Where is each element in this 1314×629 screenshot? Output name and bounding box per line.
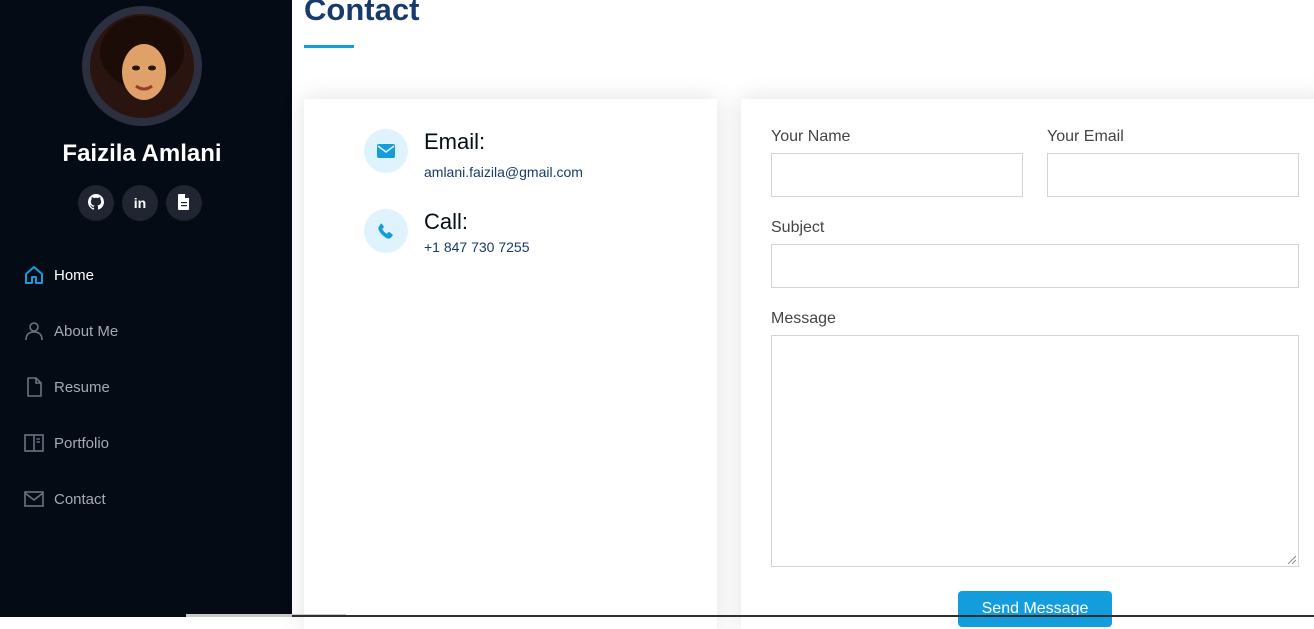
name-label: Your Name [771,128,851,145]
email-label: Your Email [1047,128,1124,145]
phone-icon [364,209,408,253]
subject-input[interactable] [771,244,1299,288]
linkedin-icon: in [133,195,147,211]
avatar [82,6,202,126]
nav-label-home: Home [54,266,95,284]
message-label: Message [771,310,836,327]
call-value[interactable]: +1 847 730 7255 [424,239,530,255]
call-title: Call: [424,209,469,234]
nav-label-portfolio: Portfolio [54,434,110,452]
email-value[interactable]: amlani.faizila@gmail.com [424,164,583,180]
email-input[interactable] [1047,153,1299,197]
linkedin-link[interactable]: in [122,185,158,221]
resize-handle-icon[interactable] [1286,554,1296,564]
contact-info-card: Email: amlani.faizila@gmail.com Call: +1… [304,99,717,629]
nav-item-portfolio[interactable]: Portfolio [22,428,109,458]
email-title: Email: [424,129,486,154]
document-icon [177,193,191,213]
nav-label-about: About Me [54,322,119,340]
page-title: Contact [304,0,420,27]
nav-item-home[interactable]: Home [22,260,94,290]
email-icon [364,129,408,173]
envelope-icon [22,487,46,511]
nav-label-resume: Resume [54,378,110,396]
home-icon [22,263,46,287]
message-textarea[interactable] [771,335,1299,567]
nav-item-resume[interactable]: Resume [22,372,110,402]
sidebar: Faizila Amlani in Home About Me Resume P… [0,0,292,617]
send-message-button[interactable]: Send Message [958,591,1112,627]
file-icon [22,375,46,399]
title-underline [304,45,354,48]
subject-label: Subject [771,219,825,236]
name-input[interactable] [771,153,1023,197]
resume-file-link[interactable] [166,185,202,221]
nav-label-contact: Contact [54,490,106,508]
user-icon [22,319,46,343]
book-icon [22,431,46,455]
nav-item-about[interactable]: About Me [22,316,118,346]
nav-item-contact[interactable]: Contact [22,484,106,514]
github-icon [88,193,104,213]
profile-name: Faizila Amlani [62,140,222,167]
github-link[interactable] [78,185,114,221]
